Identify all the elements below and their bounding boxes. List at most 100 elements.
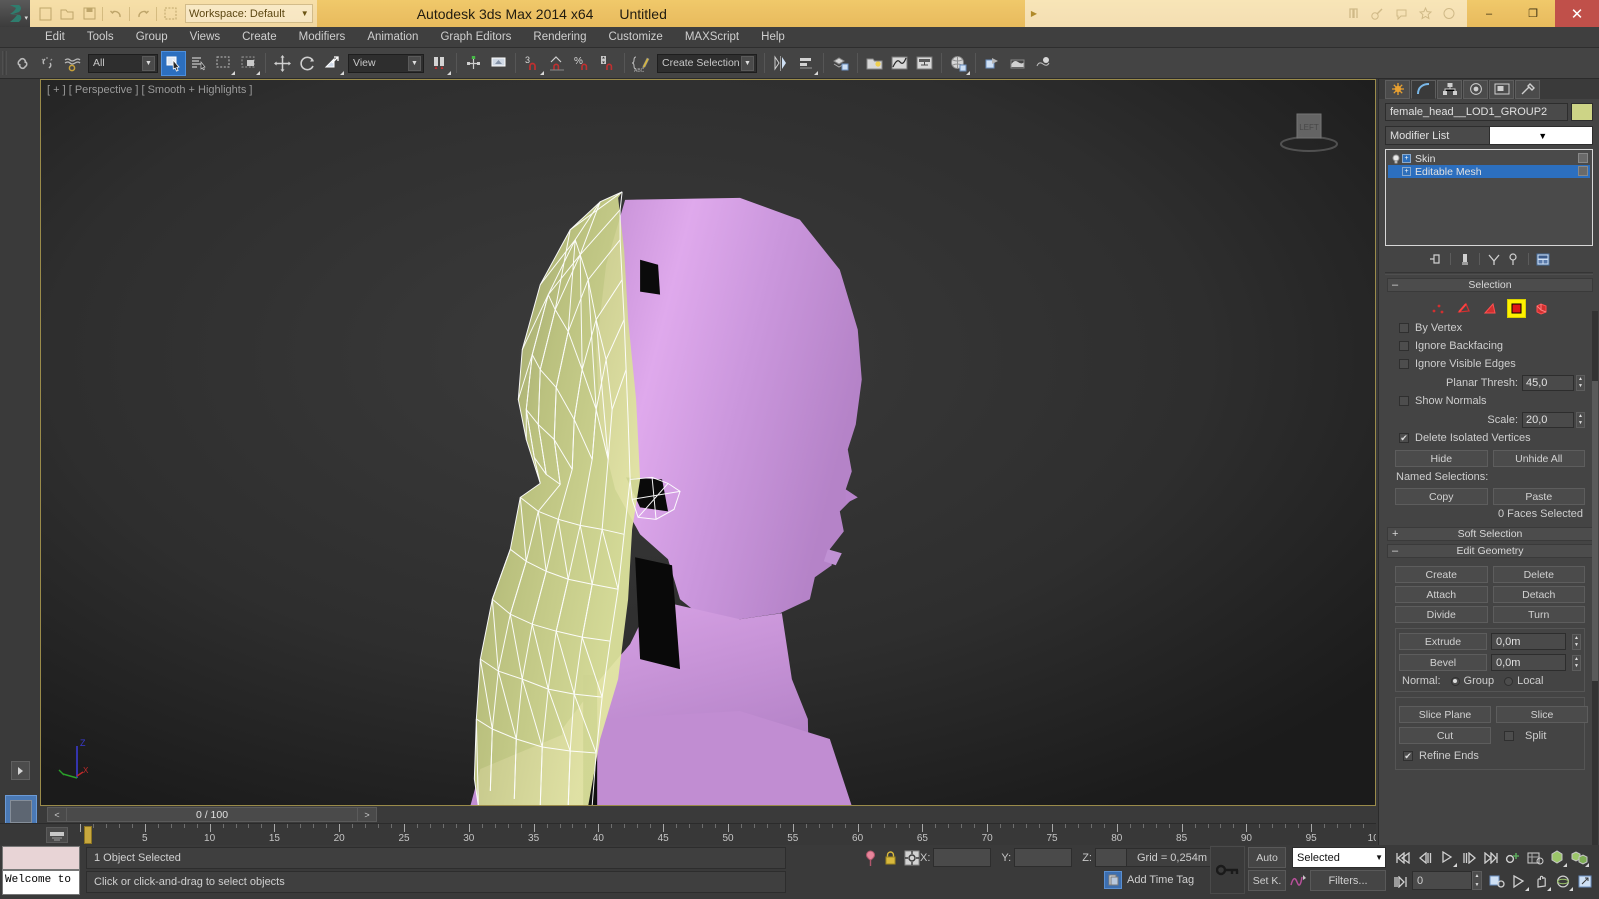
rollout-toggle-icon[interactable]: + [1392, 528, 1398, 540]
current-frame-field[interactable]: 0 [1412, 871, 1472, 890]
modifier-stack-item-editable-mesh[interactable]: + Editable Mesh [1388, 165, 1590, 178]
copy-button[interactable]: Copy [1395, 488, 1488, 505]
x-field[interactable] [933, 848, 992, 867]
close-button[interactable]: ✕ [1555, 0, 1599, 27]
edit-named-selection-icon[interactable]: ABC [629, 51, 654, 76]
auto-key-button[interactable]: Auto [1248, 847, 1286, 868]
motion-tab-icon[interactable] [1463, 79, 1488, 99]
cut-button[interactable]: Cut [1399, 727, 1491, 744]
edge-icon[interactable] [1456, 300, 1473, 317]
set-key-button[interactable]: Set K. [1248, 870, 1286, 891]
select-and-move-icon[interactable] [270, 51, 295, 76]
favorites-icon[interactable] [1413, 3, 1437, 25]
zoom-icon[interactable] [1486, 871, 1508, 892]
use-pivot-center-icon[interactable] [427, 51, 452, 76]
expand-modifier-icon[interactable]: + [1402, 167, 1411, 176]
menu-item-edit[interactable]: Edit [34, 27, 76, 48]
chevron-down-icon[interactable]: ▼ [741, 55, 754, 71]
checkbox-icon[interactable] [1399, 341, 1409, 351]
rollout-selection-header[interactable]: – Selection [1387, 278, 1593, 292]
previous-frame-icon[interactable] [1414, 847, 1436, 868]
object-name-field[interactable]: female_head__LOD1_GROUP2 [1385, 103, 1568, 121]
pin-stack-icon[interactable] [860, 848, 880, 868]
subscription-icon[interactable] [1365, 3, 1389, 25]
communication-icon[interactable] [1389, 3, 1413, 25]
maxscript-mini-listener[interactable]: Welcome to [2, 870, 80, 895]
menu-item-animation[interactable]: Animation [356, 27, 429, 48]
named-selection-combo[interactable]: Create Selection Se ▼ [657, 53, 757, 73]
modifier-list-dropdown[interactable]: Modifier List ▼ [1385, 126, 1593, 145]
expand-modifier-icon[interactable]: + [1402, 154, 1411, 163]
menu-item-maxscript[interactable]: MAXScript [674, 27, 750, 48]
unhide-all-button[interactable]: Unhide All [1492, 450, 1585, 467]
menu-item-group[interactable]: Group [125, 27, 179, 48]
create-button[interactable]: Create [1395, 566, 1488, 583]
modify-tab-icon[interactable] [1411, 79, 1436, 99]
checkbox-ignore-backfacing[interactable]: Ignore Backfacing [1391, 337, 1589, 355]
detach-button[interactable]: Detach [1492, 586, 1585, 603]
bevel-button[interactable]: Bevel [1399, 654, 1487, 671]
checkbox-icon[interactable] [1399, 359, 1409, 369]
align-icon[interactable] [461, 51, 486, 76]
chevron-down-icon[interactable]: ▼ [142, 55, 155, 71]
checkbox-icon[interactable]: ✔ [1399, 433, 1409, 443]
vertex-icon[interactable] [1430, 300, 1447, 317]
align-tool-icon[interactable] [794, 51, 819, 76]
menu-item-graph-editors[interactable]: Graph Editors [429, 27, 522, 48]
time-configuration-icon[interactable] [1524, 847, 1546, 868]
menu-item-help[interactable]: Help [750, 27, 796, 48]
configure-modifier-sets-icon[interactable] [1533, 251, 1553, 268]
play-animation-icon[interactable] [1436, 847, 1458, 868]
maximize-viewport-icon[interactable] [1574, 871, 1596, 892]
checkbox-delete-isolated-vertices[interactable]: ✔ Delete Isolated Vertices [1391, 429, 1589, 447]
curve-editor-icon[interactable] [887, 51, 912, 76]
planar-threshold-spinner[interactable]: ▲ ▼ [1576, 374, 1585, 391]
mirror-objects-icon[interactable] [769, 51, 794, 76]
save-icon[interactable] [79, 4, 99, 23]
application-menu-button[interactable]: ▾ [0, 0, 30, 27]
time-slider-prev[interactable]: < [47, 807, 67, 822]
orbit-icon[interactable] [1552, 871, 1574, 892]
lock-selection-icon[interactable] [880, 848, 900, 868]
infocenter-search-input[interactable] [1041, 6, 1341, 22]
menu-item-rendering[interactable]: Rendering [522, 27, 597, 48]
absolute-relative-icon[interactable] [902, 848, 922, 868]
maximize-button[interactable]: ❐ [1511, 0, 1555, 27]
menu-item-create[interactable]: Create [231, 27, 288, 48]
infocenter-icon[interactable] [1437, 3, 1461, 25]
extrude-button[interactable]: Extrude [1399, 633, 1487, 650]
menu-item-tools[interactable]: Tools [76, 27, 125, 48]
radio-normal-local[interactable] [1504, 676, 1514, 686]
layer-manager-icon[interactable] [828, 51, 853, 76]
key-mode-toggle-icon[interactable] [1502, 847, 1524, 868]
menu-item-customize[interactable]: Customize [597, 27, 673, 48]
command-panel-scrollbar[interactable] [1592, 311, 1598, 845]
reference-coordinate-combo[interactable]: View ▼ [348, 53, 424, 73]
display-tab-icon[interactable] [1489, 79, 1514, 99]
project-icon[interactable] [160, 4, 180, 23]
checkbox-refine-ends[interactable]: ✔ Refine Ends [1399, 747, 1581, 765]
percent-snap-icon[interactable]: % [570, 51, 595, 76]
chevron-down-icon[interactable]: ▼ [408, 55, 421, 71]
frame-spinner[interactable]: ▲ ▼ [1472, 871, 1482, 890]
checkbox-icon[interactable] [1399, 323, 1409, 333]
window-crossing-icon[interactable] [236, 51, 261, 76]
modifier-stack-item-skin[interactable]: + Skin [1388, 152, 1590, 165]
snap-toggle-3-icon[interactable]: 3 [520, 51, 545, 76]
extrude-amount-field[interactable]: 0,0m [1491, 633, 1566, 650]
rollout-toggle-icon[interactable]: – [1392, 279, 1398, 291]
rollout-toggle-icon[interactable]: – [1392, 545, 1398, 557]
undo-icon[interactable] [106, 4, 126, 23]
checkbox-by-vertex[interactable]: By Vertex [1391, 319, 1589, 337]
turn-button[interactable]: Turn [1492, 606, 1585, 623]
render-production-icon[interactable] [1030, 51, 1055, 76]
redo-icon[interactable] [133, 4, 153, 23]
add-time-tag[interactable]: Add Time Tag [1104, 871, 1194, 889]
viewport-3d-scene[interactable] [41, 80, 1375, 806]
face-icon[interactable] [1482, 300, 1499, 317]
modifier-stack[interactable]: + Skin + Editable Mesh [1385, 149, 1593, 246]
new-icon[interactable] [35, 4, 55, 23]
toolbar-grip[interactable] [2, 51, 7, 75]
key-filter-select[interactable]: Selected ▼ [1292, 847, 1386, 868]
time-cursor[interactable] [84, 826, 92, 844]
